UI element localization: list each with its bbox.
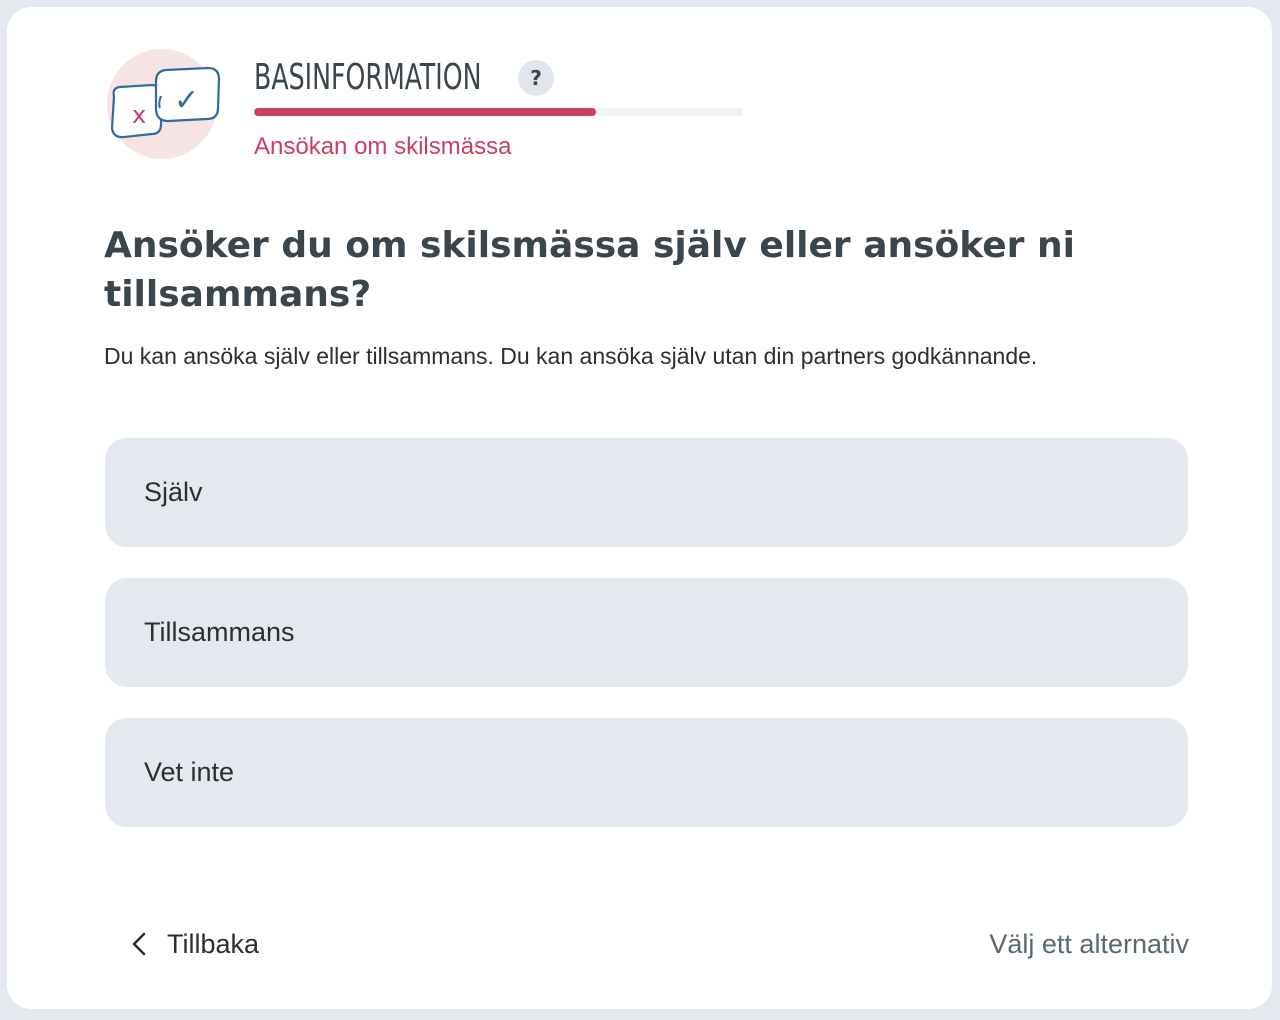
option-vet-inte[interactable]: Vet inte	[105, 718, 1188, 827]
wizard-card: x ✓ BASINFORMATION ? Ansökan om skilsmäs…	[7, 7, 1272, 1009]
option-label: Tillsammans	[144, 617, 295, 647]
chevron-left-icon	[132, 932, 146, 956]
question-mark-icon: ?	[530, 66, 542, 90]
wizard-footer: Tillbaka Välj ett alternativ	[104, 921, 1189, 967]
option-label: Vet inte	[144, 757, 235, 787]
back-button[interactable]: Tillbaka	[129, 921, 259, 967]
help-button[interactable]: ?	[518, 60, 554, 96]
question-description: Du kan ansöka själv eller tillsammans. D…	[104, 343, 1038, 369]
cross-mark: x	[132, 101, 146, 129]
section-title: BASINFORMATION	[254, 56, 482, 98]
option-tillsammans[interactable]: Tillsammans	[105, 578, 1188, 687]
progress-fill	[254, 108, 597, 116]
option-sjalv[interactable]: Själv	[105, 438, 1188, 547]
question-heading: Ansöker du om skilsmässa själv eller ans…	[104, 225, 1075, 315]
cross-and-check-bubbles-icon: x ✓	[107, 49, 221, 159]
answer-options: Själv Tillsammans Vet inte	[105, 438, 1188, 858]
section-header: BASINFORMATION ?	[254, 55, 554, 99]
back-label: Tillbaka	[167, 928, 260, 959]
select-option-hint: Välj ett alternativ	[989, 929, 1189, 959]
option-label: Själv	[144, 477, 203, 507]
form-subtitle: Ansökan om skilsmässa	[254, 133, 512, 160]
check-mark: ✓	[174, 83, 199, 118]
progress-bar	[254, 108, 743, 116]
